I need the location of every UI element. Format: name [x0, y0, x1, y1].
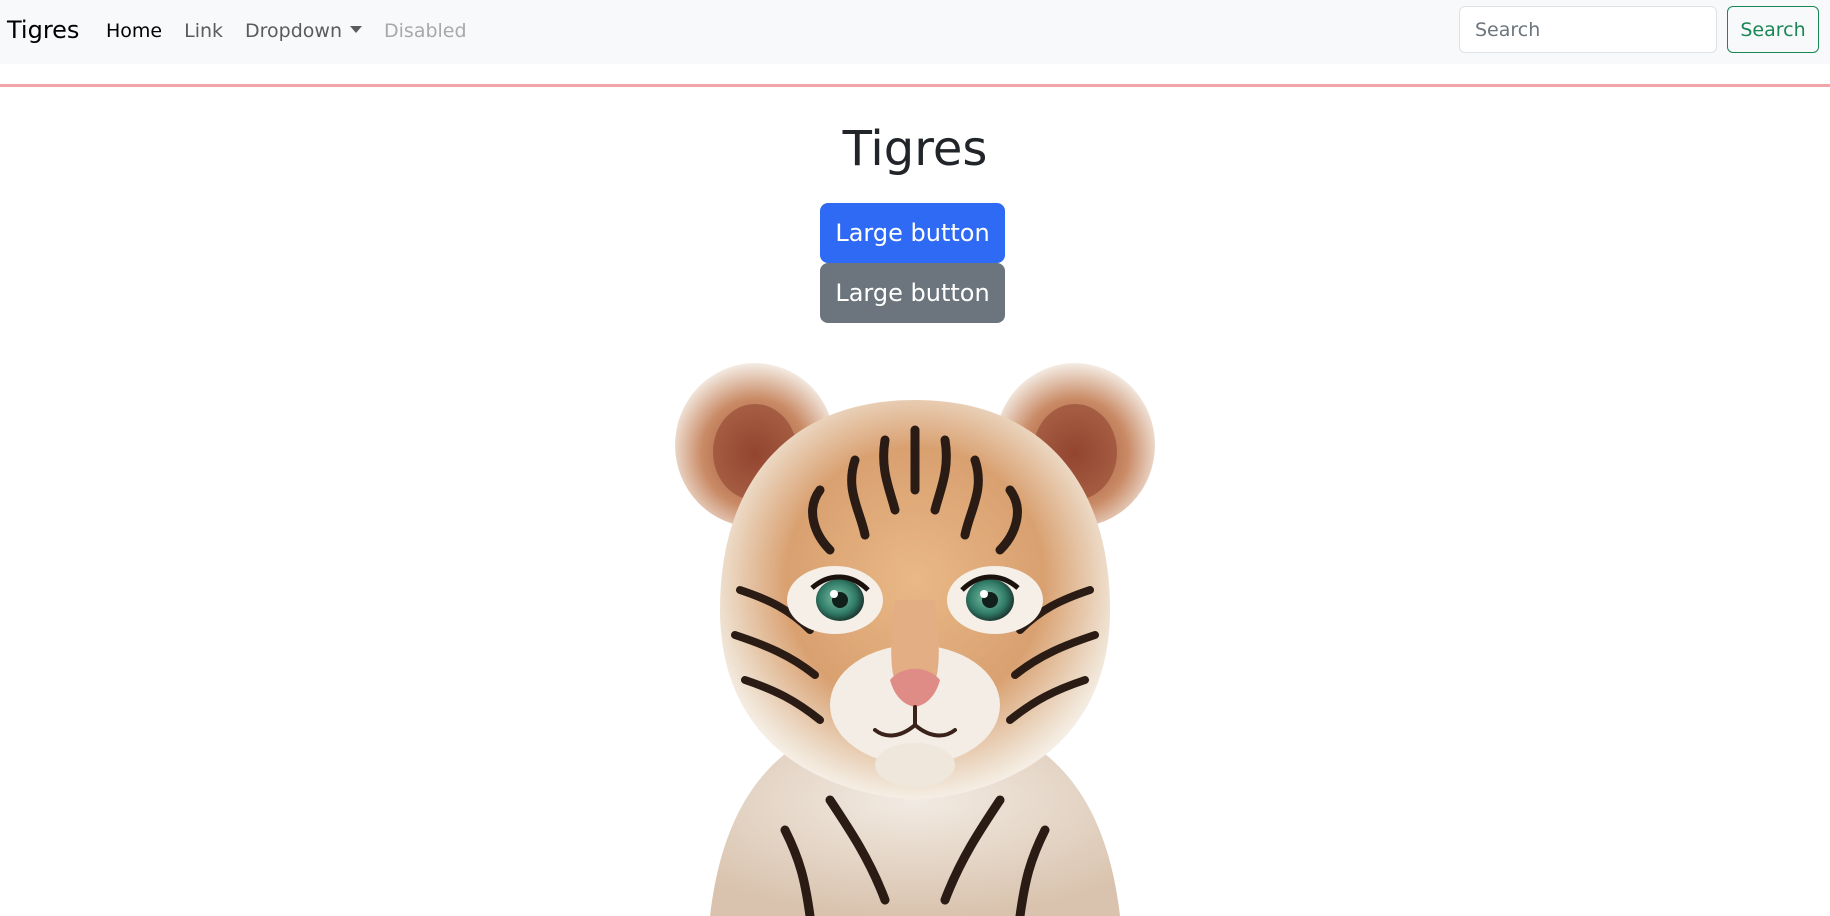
search-button[interactable]: Search [1727, 6, 1819, 53]
divider [0, 84, 1830, 87]
nav-dropdown-toggle[interactable]: Dropdown [234, 17, 373, 45]
caret-down-icon [350, 26, 363, 33]
nav-links: Home Link Dropdown Disabled [95, 0, 478, 61]
page-title: Tigres [842, 121, 988, 177]
large-secondary-button[interactable]: Large button [820, 263, 1005, 323]
tiger-image [675, 363, 1155, 916]
navbar: Tigres Home Link Dropdown Disabled Searc… [0, 0, 1830, 64]
large-primary-button[interactable]: Large button [820, 203, 1005, 263]
nav-link-link[interactable]: Link [173, 17, 234, 45]
nav-dropdown-label: Dropdown [245, 19, 343, 42]
nav-link-home[interactable]: Home [95, 17, 173, 45]
search-input[interactable] [1459, 6, 1717, 53]
nav-link-disabled: Disabled [384, 19, 467, 42]
navbar-brand[interactable]: Tigres [7, 14, 79, 46]
